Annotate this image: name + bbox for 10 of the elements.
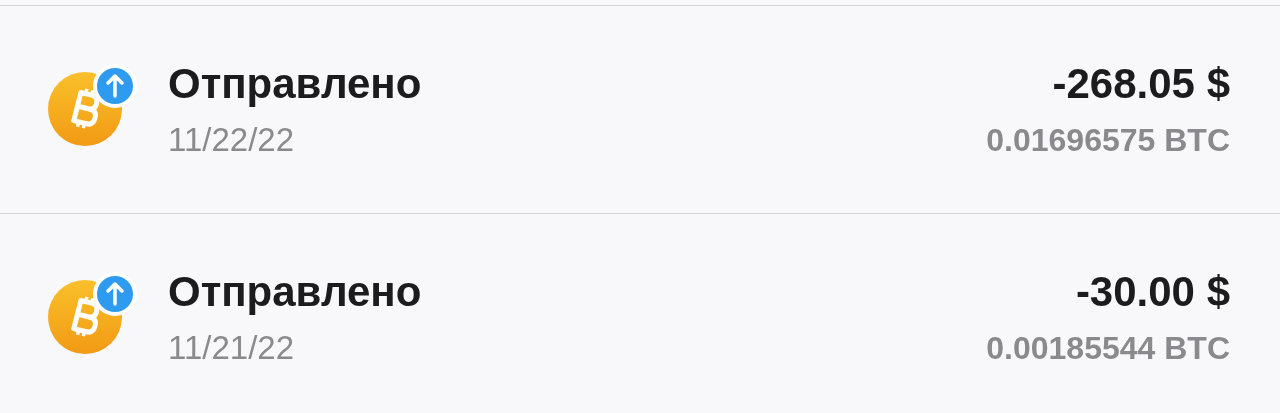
crypto-amount: 0.01696575 BTC <box>986 120 1230 160</box>
crypto-amount: 0.00185544 BTC <box>986 328 1230 368</box>
fiat-amount: -30.00 $ <box>1075 267 1230 316</box>
bitcoin-send-icon <box>48 63 140 146</box>
bitcoin-send-icon <box>48 271 140 354</box>
transaction-date: 11/22/22 <box>168 119 295 160</box>
fiat-amount: -268.05 $ <box>1052 59 1230 108</box>
transaction-title: Отправлено <box>168 59 423 108</box>
transaction-title: Отправлено <box>168 267 423 316</box>
transaction-date: 11/21/22 <box>168 327 295 368</box>
